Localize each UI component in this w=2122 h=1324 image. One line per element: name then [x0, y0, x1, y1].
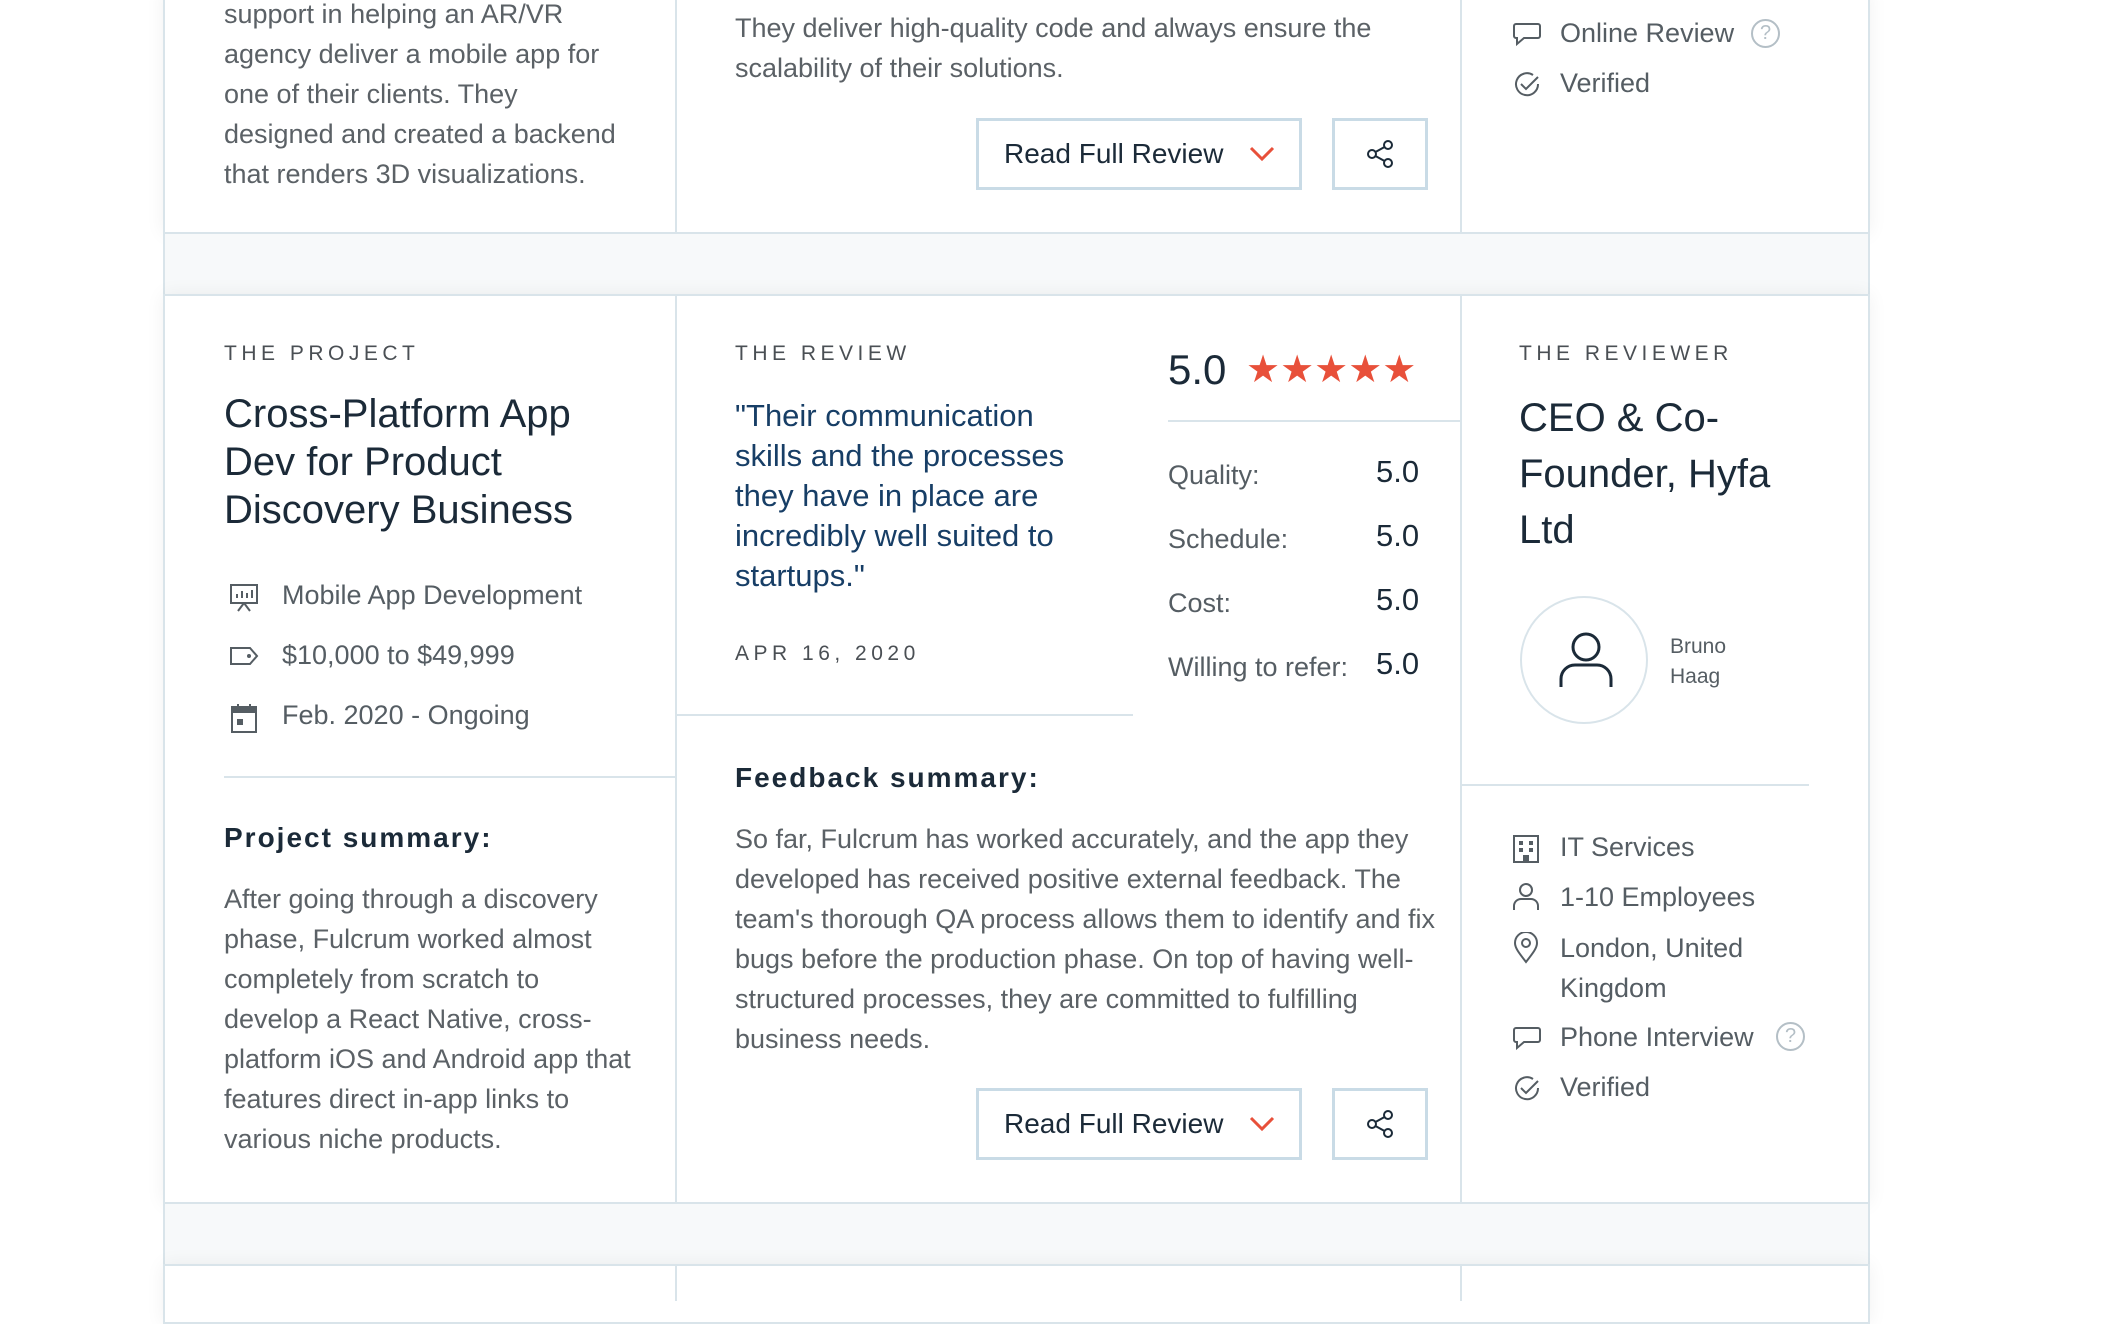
share-icon	[1367, 140, 1393, 168]
read-full-review-label: Read Full Review	[1004, 138, 1224, 169]
location-label: London, United Kingdom	[1560, 933, 1744, 1003]
section-divider	[1462, 784, 1809, 786]
reviewer-title: CEO & Co-Founder, Hyfa Ltd	[1519, 396, 1771, 552]
review-card-next	[163, 1264, 1870, 1324]
help-icon[interactable]: ?	[1751, 19, 1780, 48]
price-tag-icon	[230, 647, 259, 665]
building-icon	[1513, 835, 1539, 863]
share-icon	[1367, 1110, 1393, 1138]
chevron-down-icon	[1249, 146, 1275, 162]
column-divider	[1460, 296, 1462, 1202]
chevron-down-icon	[1249, 1116, 1275, 1132]
read-full-review-button[interactable]: Read Full Review	[976, 118, 1302, 190]
quality-score: 5.0	[1376, 454, 1420, 489]
feedback-summary-text: So far, Fulcrum has worked accurately, a…	[735, 824, 1436, 1054]
review-source-label: Online Review	[1560, 18, 1735, 48]
verified-label: Verified	[1560, 1072, 1651, 1102]
cost-score: 5.0	[1376, 582, 1420, 617]
card-gap	[163, 1204, 1870, 1266]
verified-label: Verified	[1560, 68, 1651, 98]
check-circle-icon	[1515, 72, 1540, 97]
project-dates-label: Feb. 2020 - Ongoing	[282, 700, 530, 730]
person-icon	[1559, 632, 1613, 687]
review-quote: "Their communication skills and the proc…	[735, 398, 1065, 593]
company-size-label: 1-10 Employees	[1560, 882, 1756, 912]
feedback-summary-text: They deliver high-quality code and alway…	[735, 13, 1372, 83]
review-source-label: Phone Interview	[1560, 1022, 1754, 1052]
read-full-review-button[interactable]: Read Full Review	[976, 1088, 1302, 1160]
willing-to-refer-score: 5.0	[1376, 646, 1420, 681]
share-button[interactable]	[1332, 118, 1428, 190]
project-title: Cross-Platform App Dev for Product Disco…	[224, 392, 574, 532]
schedule-label: Schedule:	[1168, 524, 1289, 554]
overall-rating: 5.0	[1168, 346, 1227, 393]
share-button[interactable]	[1332, 1088, 1428, 1160]
project-summary-text: After going through a discovery phase, F…	[224, 884, 631, 1154]
presentation-icon	[230, 584, 258, 612]
column-divider	[1460, 0, 1462, 232]
help-icon[interactable]: ?	[1776, 1022, 1805, 1051]
review-eyebrow: THE REVIEW	[735, 342, 911, 365]
person-icon	[1513, 883, 1539, 910]
card-gap	[163, 234, 1870, 296]
location-pin-icon	[1513, 932, 1539, 964]
chat-bubble-icon	[1513, 23, 1541, 47]
willing-to-refer-label: Willing to refer:	[1168, 652, 1349, 682]
avatar	[1520, 596, 1648, 724]
reviewer-name: Bruno Haag	[1670, 635, 1727, 688]
schedule-score: 5.0	[1376, 518, 1420, 553]
review-date: APR 16, 2020	[735, 642, 920, 665]
column-divider	[675, 0, 677, 232]
service-line-label: Mobile App Development	[282, 580, 583, 610]
column-divider	[675, 296, 677, 1202]
read-full-review-label: Read Full Review	[1004, 1108, 1224, 1139]
column-divider	[1460, 1266, 1462, 1301]
industry-label: IT Services	[1560, 832, 1695, 862]
project-eyebrow: THE PROJECT	[224, 342, 420, 365]
check-circle-icon	[1515, 1076, 1540, 1101]
chat-bubble-icon	[1513, 1027, 1541, 1051]
column-divider	[675, 1266, 677, 1301]
cost-label: Cost:	[1168, 588, 1232, 618]
project-summary-heading: Project summary:	[224, 822, 493, 853]
quality-label: Quality:	[1168, 460, 1260, 490]
project-summary-text: support in helping an AR/VR agency deliv…	[224, 0, 616, 189]
feedback-summary-heading: Feedback summary:	[735, 762, 1040, 793]
budget-label: $10,000 to $49,999	[282, 640, 515, 670]
rating-divider	[1168, 420, 1460, 422]
rating-stars: ★★★★★	[1246, 349, 1417, 391]
section-divider	[677, 714, 1133, 716]
calendar-icon	[231, 704, 257, 733]
reviewer-eyebrow: THE REVIEWER	[1519, 342, 1733, 365]
section-divider	[224, 776, 675, 778]
